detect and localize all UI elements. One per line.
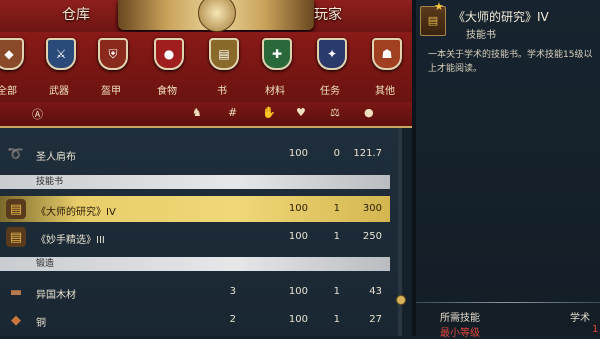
group-header-books: 技能书 — [0, 175, 390, 189]
material-icon: ✚ — [262, 38, 292, 70]
category-all[interactable]: ◆ 全部 — [0, 32, 32, 102]
armor-icon: ⛨ — [98, 38, 128, 70]
list-item-selected[interactable]: ▤ 《大师的研究》IV 100 1 300 — [0, 196, 390, 222]
category-bar: ◆ 全部 ⚔ 武器 ⛨ 盔甲 ● 食物 ▤ 书 ✚ 材料 ✦ 任务 ☗ 其他 — [0, 32, 412, 103]
category-books[interactable]: ▤ 书 — [197, 32, 247, 102]
weight-icon[interactable]: ✋ — [262, 106, 276, 119]
all-icon: ◆ — [0, 38, 24, 70]
min-level-label: 最小等级 — [440, 328, 480, 339]
apple-icon: ● — [154, 38, 184, 70]
detail-description: 一本关于学术的技能书。学术技能15级以 上才能阅读。 — [428, 50, 593, 74]
item-list[interactable]: ➰ 圣人肩布 100 0 121.7 技能书 ▤ 《大师的研究》IV 100 1… — [0, 128, 398, 336]
tab-store[interactable]: 仓库 — [62, 4, 90, 24]
list-item[interactable]: ◆ 铜 2 100 1 27 — [0, 307, 390, 333]
category-materials[interactable]: ✚ 材料 — [250, 32, 300, 102]
sort-az-icon[interactable]: Ⓐ — [32, 106, 43, 122]
list-item[interactable]: ▬ 异国木材 3 100 1 43 — [0, 279, 390, 305]
tab-player[interactable]: 玩家 — [314, 4, 342, 24]
book-icon: ▤ — [6, 227, 26, 247]
required-skill-name: 学术 — [570, 313, 590, 324]
category-food[interactable]: ● 食物 — [142, 32, 192, 102]
star-icon: ★ — [434, 0, 444, 13]
detail-panel: ▤ ★ 《大师的研究》IV 技能书 一本关于学术的技能书。学术技能15级以 上才… — [416, 0, 600, 339]
ornament-banner — [118, 0, 314, 32]
cloth-icon: ➰ — [7, 146, 25, 162]
category-weapons[interactable]: ⚔ 武器 — [34, 32, 84, 102]
detail-title: 《大师的研究》IV — [453, 10, 549, 24]
required-skill-label: 所需技能 — [440, 313, 480, 324]
wood-icon: ▬ — [9, 284, 23, 300]
min-level-value: 1 — [592, 324, 599, 335]
book-icon: ▤ — [6, 199, 26, 219]
list-item[interactable]: ➰ 圣人肩布 100 0 121.7 — [0, 141, 390, 167]
divider-line — [416, 302, 600, 303]
quest-icon: ✦ — [317, 38, 347, 70]
coins-icon[interactable]: ● — [364, 106, 374, 119]
category-other[interactable]: ☗ 其他 — [360, 32, 410, 102]
top-bar: 仓库 玩家 — [0, 0, 412, 33]
armor-sort-icon[interactable]: ♞ — [192, 106, 202, 119]
ore-icon: ◆ — [11, 312, 21, 328]
detail-type: 技能书 — [466, 30, 496, 41]
scrollbar-thumb[interactable] — [396, 295, 406, 305]
book-icon: ▤ — [209, 38, 239, 70]
group-header-smithing: 锻造 — [0, 257, 390, 271]
condition-icon[interactable]: ♥ — [296, 106, 306, 119]
category-armor[interactable]: ⛨ 盔甲 — [86, 32, 136, 102]
list-item[interactable]: ▤ 《妙手精选》III 100 1 250 — [0, 224, 390, 250]
hash-icon[interactable]: # — [228, 106, 237, 119]
category-quests[interactable]: ✦ 任务 — [305, 32, 355, 102]
sword-icon: ⚔ — [46, 38, 76, 70]
weight-kg-icon[interactable]: ⚖ — [330, 106, 340, 119]
store-panel: 仓库 玩家 ◆ 全部 ⚔ 武器 ⛨ 盔甲 ● 食物 ▤ 书 ✚ 材料 ✦ 任务 … — [0, 0, 412, 336]
other-icon: ☗ — [372, 38, 402, 70]
sort-bar: Ⓐ ♞ # ✋ ♥ ⚖ ● — [0, 102, 412, 128]
